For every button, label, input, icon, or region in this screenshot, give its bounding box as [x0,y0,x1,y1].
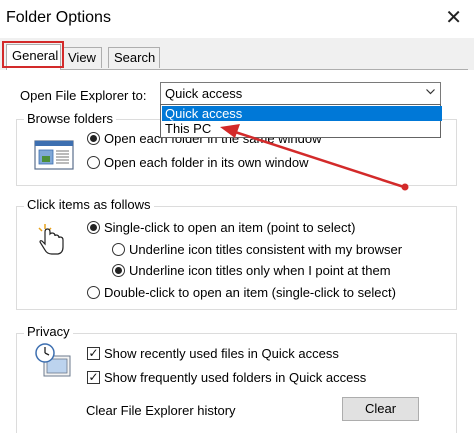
clear-history-label: Clear File Explorer history [86,403,236,418]
checkbox-recent-files-label[interactable]: Show recently used files in Quick access [104,346,339,361]
radio-underline-browser[interactable] [112,243,125,256]
radio-double-click[interactable] [87,286,100,299]
window-icon [34,140,74,170]
privacy-icon [35,343,71,377]
checkbox-recent-files[interactable]: ✓ [87,347,100,360]
browse-folders-title: Browse folders [24,111,116,126]
chevron-down-icon [426,89,435,95]
click-items-title: Click items as follows [24,197,154,212]
window-title: Folder Options [6,9,111,26]
radio-same-window[interactable] [87,132,100,145]
radio-single-click[interactable] [87,221,100,234]
radio-single-click-label[interactable]: Single-click to open an item (point to s… [104,220,355,235]
privacy-title: Privacy [24,324,73,339]
radio-double-click-label[interactable]: Double-click to open an item (single-cli… [104,285,396,300]
dropdown-option-this-pc[interactable]: This PC [162,121,442,136]
tab-view[interactable]: View [62,47,102,68]
open-explorer-label: Open File Explorer to: [20,88,147,103]
radio-underline-point-label[interactable]: Underline icon titles only when I point … [129,263,391,278]
dropdown-selected-value: Quick access [165,86,243,101]
open-explorer-dropdown[interactable]: Quick access [160,82,441,105]
tab-search[interactable]: Search [108,47,160,68]
radio-underline-point[interactable] [112,264,125,277]
checkbox-frequent-folders-label[interactable]: Show frequently used folders in Quick ac… [104,370,366,385]
radio-underline-browser-label[interactable]: Underline icon titles consistent with my… [129,242,402,257]
hand-pointer-icon [38,224,64,255]
radio-own-window[interactable] [87,156,100,169]
close-icon[interactable]: ✕ [445,8,462,28]
annotation-highlight-box [2,41,64,68]
dropdown-option-quick-access[interactable]: Quick access [162,106,442,121]
radio-own-window-label[interactable]: Open each folder in its own window [104,155,309,170]
clear-button[interactable]: Clear [342,397,419,421]
dropdown-list: Quick access This PC [160,104,442,138]
checkbox-frequent-folders[interactable]: ✓ [87,371,100,384]
